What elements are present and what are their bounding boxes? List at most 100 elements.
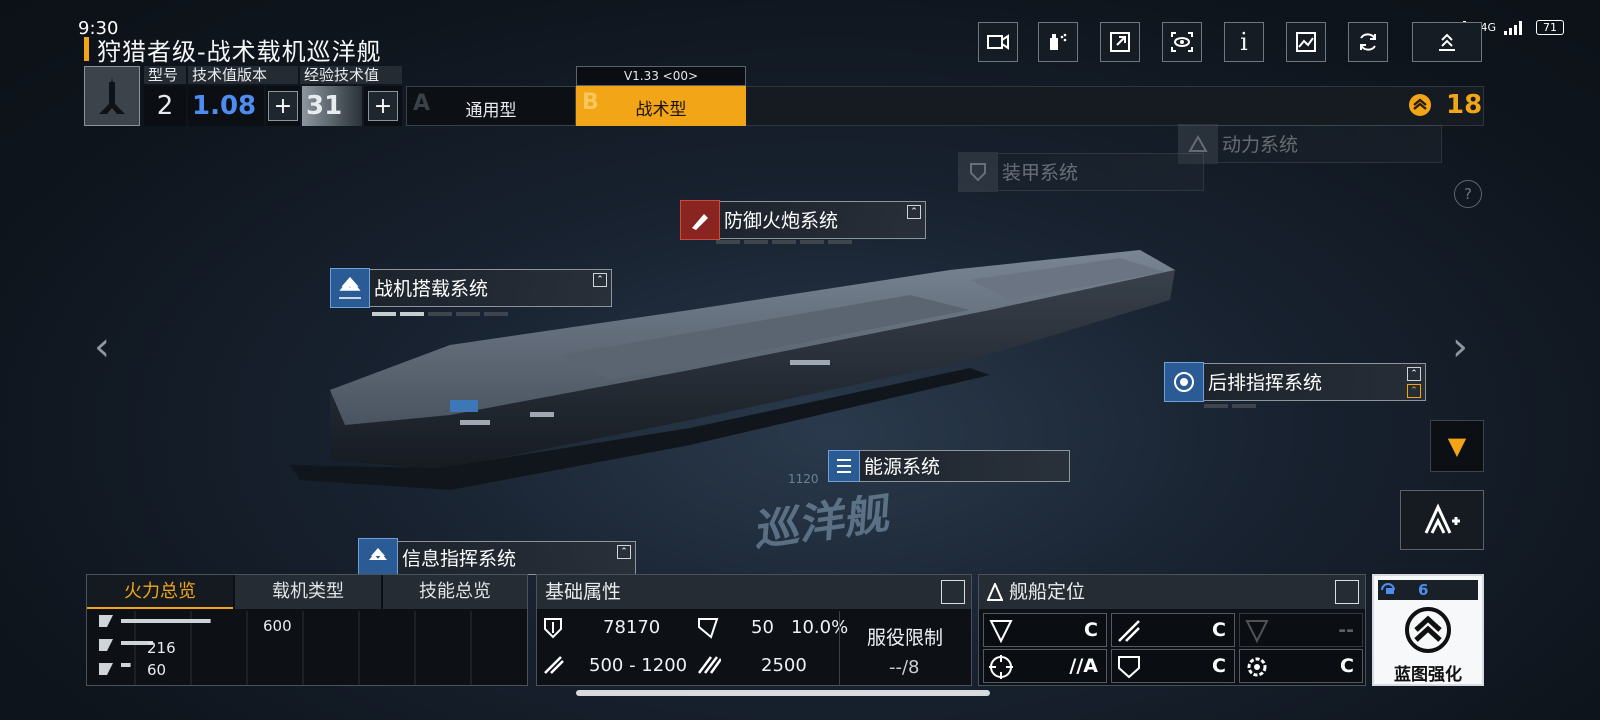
gallery-button[interactable]	[1286, 22, 1326, 62]
tech-version-value: 1.08	[188, 86, 264, 126]
service-limit-label: 服役限制	[867, 627, 944, 649]
rank-value: //A	[1069, 655, 1098, 677]
support-icon	[1245, 620, 1269, 644]
title-accent	[84, 37, 89, 61]
upgrade-available-icon[interactable]: ⌃	[1407, 384, 1421, 398]
system-defense-cannon[interactable]: 防御火炮系统 ⌃	[680, 200, 926, 240]
service-limit-value: --/8	[889, 657, 920, 678]
energy-system-icon	[828, 450, 860, 482]
view-button[interactable]	[1162, 22, 1202, 62]
exp-tech-add-button[interactable]: +	[368, 91, 398, 121]
collapse-button[interactable]	[1412, 22, 1482, 62]
rear-command-level-dots	[1204, 404, 1256, 408]
collapse-icon	[1439, 33, 1455, 51]
blueprint-count: 6	[1418, 581, 1429, 599]
striker-icon	[1118, 620, 1140, 642]
dropdown-button[interactable]: ▼	[1430, 420, 1484, 472]
firepower-bar	[121, 619, 211, 623]
ship-title: 狩猎者级-战术载机巡洋舰	[84, 34, 382, 66]
system-energy[interactable]: 能源系统	[828, 450, 1070, 482]
hull-code-watermark: 1120	[788, 472, 819, 486]
battery-icon: 71	[1536, 20, 1564, 35]
gallery-icon	[1296, 32, 1316, 52]
info-command-icon	[358, 538, 398, 578]
home-indicator[interactable]	[576, 690, 990, 696]
chevron-up-icon[interactable]: ⌃	[593, 273, 607, 287]
currency-display[interactable]: 18	[1408, 90, 1482, 120]
refresh-button[interactable]	[1348, 22, 1388, 62]
crosshair-icon	[989, 655, 1013, 679]
assault-icon	[989, 620, 1013, 644]
hp-icon	[544, 618, 562, 639]
exp-tech-value: 31	[302, 86, 362, 126]
share-icon	[1110, 32, 1130, 52]
rear-command-icon	[1164, 362, 1204, 402]
type-tab-tactical[interactable]: B 战术型	[576, 86, 746, 126]
system-rear-command-label: 后排指挥系统	[1208, 372, 1323, 394]
firepower-value-3: 60	[147, 661, 167, 679]
system-armor[interactable]: 装甲系统	[958, 152, 1204, 192]
firepower-value-2: 216	[147, 639, 176, 657]
chevron-up-icon[interactable]: ⌃	[1407, 367, 1421, 381]
system-info-command[interactable]: 信息指挥系统 ⌃	[358, 538, 636, 578]
refresh-icon	[1360, 33, 1376, 51]
rank-value: C	[1340, 655, 1354, 677]
tab-skills[interactable]: 技能总览	[383, 575, 527, 609]
camera-icon	[987, 34, 1009, 50]
hangar-level-dots	[372, 312, 508, 316]
hangar-icon	[330, 268, 370, 308]
system-hangar-label: 战机搭载系统	[374, 278, 489, 300]
expand-icon[interactable]	[941, 580, 965, 604]
view-icon	[1171, 32, 1193, 52]
blueprint-icon	[1381, 583, 1395, 594]
system-hangar[interactable]: 战机搭载系统 ⌃	[330, 268, 612, 308]
tab-firepower[interactable]: 火力总览	[87, 575, 233, 609]
next-ship-arrow[interactable]: ›	[1452, 324, 1468, 370]
formation-icon	[1424, 503, 1460, 534]
firepower-bar	[121, 663, 131, 667]
info-icon: i	[1240, 28, 1248, 56]
type-a-label: 通用型	[465, 101, 517, 121]
rank-value: C	[1212, 655, 1226, 677]
defense-level-dots	[716, 240, 852, 244]
blueprint-count-bar: 6	[1378, 580, 1478, 600]
upgrade-rank-icon	[1405, 607, 1451, 653]
exp-tech-label: 经验技术值	[300, 66, 402, 84]
system-power[interactable]: 动力系统	[1178, 124, 1442, 164]
system-energy-label: 能源系统	[860, 450, 1070, 482]
speed-value: 2500	[761, 655, 807, 676]
exp-upgrade-cell: +	[364, 86, 402, 126]
ship-name: 狩猎者级-战术载机巡洋舰	[97, 37, 382, 66]
info-button[interactable]: i	[1224, 22, 1264, 62]
positioning-icon	[987, 583, 1003, 601]
armor-value: 50	[751, 617, 774, 638]
prev-ship-arrow[interactable]: ‹	[94, 324, 110, 370]
base-attributes-title: 基础属性	[537, 575, 971, 609]
blueprint-label: 蓝图强化	[1394, 665, 1462, 685]
version-tag: V1.33 <00>	[576, 66, 746, 86]
rank-value: C	[1084, 619, 1098, 641]
share-button[interactable]	[1100, 22, 1140, 62]
expand-icon[interactable]	[1335, 580, 1359, 604]
rank-support: --	[1239, 613, 1363, 647]
ship-class-emblem	[84, 66, 140, 126]
chevron-up-icon[interactable]: ⌃	[617, 545, 631, 559]
armor-icon	[698, 618, 719, 639]
help-icon[interactable]: ?	[1454, 180, 1482, 208]
paint-button[interactable]	[1038, 22, 1078, 62]
currency-icon	[1409, 94, 1431, 116]
tab-aircraft-type[interactable]: 载机类型	[235, 575, 381, 609]
formation-button[interactable]	[1400, 490, 1484, 550]
signal-bars-icon	[1504, 20, 1522, 35]
system-info-command-label: 信息指挥系统	[402, 548, 517, 570]
rank-striker: C	[1111, 613, 1235, 647]
panel-divider	[839, 611, 840, 685]
chevron-up-icon[interactable]: ⌃	[907, 205, 921, 219]
system-rear-command[interactable]: 后排指挥系统 ⌃ ⌃	[1164, 362, 1426, 402]
tech-upgrade-cell: +	[266, 86, 300, 126]
type-tab-general[interactable]: A 通用型	[406, 86, 576, 126]
system-hangar-bar: 战机搭载系统 ⌃	[370, 269, 612, 307]
record-button[interactable]	[978, 22, 1018, 62]
tech-version-add-button[interactable]: +	[268, 91, 298, 121]
blueprint-enhance-button[interactable]: 6 蓝图强化	[1372, 574, 1484, 686]
